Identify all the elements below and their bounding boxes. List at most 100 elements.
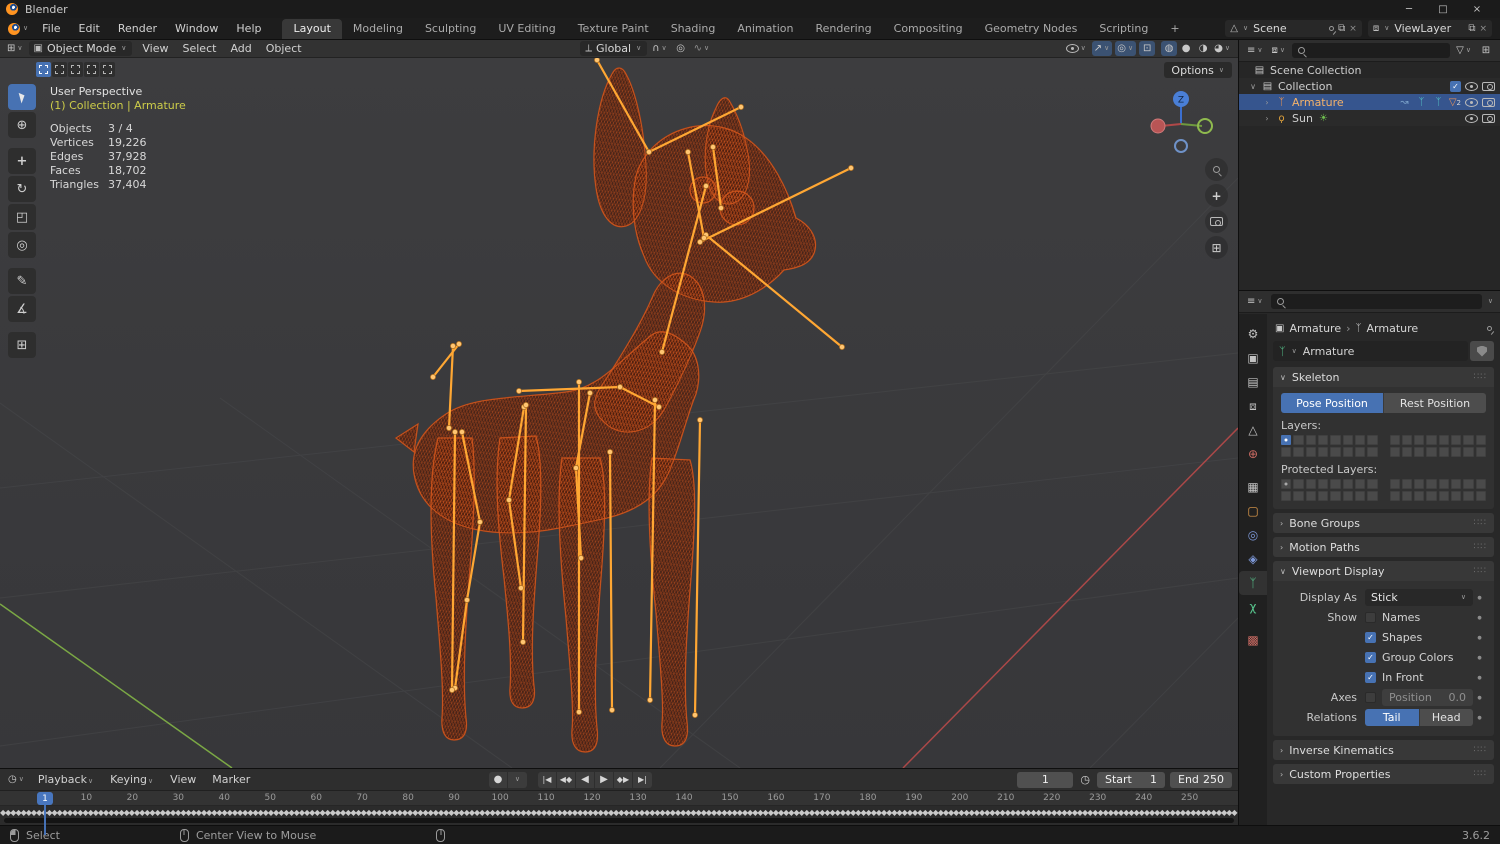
layer-toggle[interactable] <box>1414 479 1425 489</box>
record-icon[interactable]: ● <box>489 771 508 788</box>
properties-tab-collection[interactable]: ▦ <box>1239 475 1267 499</box>
falloff-selector[interactable]: ∿ ∨ <box>692 41 713 56</box>
current-frame-marker[interactable]: 1 <box>37 792 53 835</box>
animate-dot-icon[interactable]: ● <box>1473 695 1486 701</box>
layer-toggle[interactable] <box>1426 435 1437 445</box>
close-button[interactable]: × <box>1460 0 1494 18</box>
layer-toggle[interactable] <box>1354 479 1366 489</box>
outliner-filter-button[interactable]: ▽ ∨ <box>1454 43 1474 58</box>
outliner-editor-type-button[interactable]: ≡ ∨ <box>1245 43 1266 58</box>
3d-viewport[interactable]: Options ∨ ⊕ + ↻ ◰ ◎ ✎ ∡ ⊞ User Perspecti… <box>0 58 1238 768</box>
pin-icon[interactable] <box>1329 26 1335 31</box>
panel-grip-icon[interactable]: ∷∷ <box>1474 518 1487 528</box>
bone-joint[interactable] <box>464 597 470 603</box>
overlays-toggle[interactable]: ◎ ∨ <box>1115 41 1137 56</box>
next-keyframe-button[interactable]: ◆▶ <box>614 771 633 788</box>
bone-joint[interactable] <box>516 388 522 394</box>
proportional-editing-toggle[interactable]: ◎ <box>673 41 689 56</box>
layer-toggle[interactable] <box>1401 479 1413 489</box>
layer-toggle[interactable] <box>1293 435 1304 445</box>
head-button[interactable]: Head <box>1419 709 1473 726</box>
panel-grip-icon[interactable]: ∷∷ <box>1474 769 1487 779</box>
axes-position-slider[interactable]: Position 0.0 <box>1382 689 1473 706</box>
bone-joint[interactable] <box>617 384 623 390</box>
layer-toggle[interactable] <box>1342 435 1353 445</box>
layer-toggle[interactable] <box>1463 491 1474 501</box>
select-mode-intersect-button[interactable] <box>100 62 115 77</box>
bone-joint[interactable] <box>697 417 703 423</box>
bone-joint[interactable] <box>659 349 665 355</box>
bone-joint[interactable] <box>685 149 691 155</box>
autokey-button[interactable]: ● ∨ <box>488 771 527 788</box>
properties-tab-world[interactable]: ⊕ <box>1239 442 1267 466</box>
bone-joint[interactable] <box>607 449 613 455</box>
bone-joint[interactable] <box>576 379 582 385</box>
panel-skeleton-header[interactable]: ∨ Skeleton ∷∷ <box>1273 367 1494 387</box>
tab-plus[interactable]: + <box>1159 19 1190 39</box>
panel-grip-icon[interactable]: ∷∷ <box>1474 745 1487 755</box>
layer-toggle[interactable] <box>1317 435 1329 445</box>
layer-toggle[interactable] <box>1354 447 1366 457</box>
viewport-options-button[interactable]: Options ∨ <box>1164 62 1232 78</box>
properties-tab-bone[interactable]: χ <box>1239 595 1267 619</box>
layer-toggle[interactable] <box>1281 435 1292 445</box>
layer-toggle[interactable] <box>1389 447 1400 457</box>
bone-joint[interactable] <box>710 144 716 150</box>
scene-selector[interactable]: △ ∨ Scene ⧉ × <box>1225 20 1362 37</box>
layer-toggle[interactable] <box>1426 479 1437 489</box>
select-mode-new-button[interactable] <box>36 62 51 77</box>
viewport-menu-view[interactable]: View <box>135 41 175 56</box>
layer-toggle[interactable] <box>1438 447 1450 457</box>
select-mode-subtract-button[interactable] <box>68 62 83 77</box>
timeline-editor-type-button[interactable]: ◷ ∨ <box>6 772 27 787</box>
armature-name-field[interactable]: ᛉ ∨ Armature <box>1273 341 1468 361</box>
animate-dot-icon[interactable]: ● <box>1473 715 1486 721</box>
toggle-ortho-button[interactable]: ⊞ <box>1205 236 1228 259</box>
disable-in-renders-icon[interactable] <box>1482 81 1495 91</box>
properties-search-input[interactable] <box>1270 294 1482 309</box>
tool-scale[interactable]: ◰ <box>8 204 36 230</box>
layer-toggle[interactable] <box>1389 479 1400 489</box>
pin-id-icon[interactable] <box>1487 325 1492 331</box>
properties-tab-physics[interactable]: ◎ <box>1239 523 1267 547</box>
layer-toggle[interactable] <box>1475 447 1486 457</box>
layer-toggle[interactable] <box>1354 435 1366 445</box>
tab-animation[interactable]: Animation <box>726 19 804 39</box>
hide-in-viewport-icon[interactable] <box>1465 113 1478 123</box>
bone-joint[interactable] <box>587 390 593 396</box>
chevron-down-icon[interactable]: ∨ <box>1487 298 1494 305</box>
axes-checkbox[interactable]: ✓ <box>1365 692 1376 703</box>
timeline-menu-playback[interactable]: Playback∨ <box>30 772 102 787</box>
bone-joint[interactable] <box>848 165 854 171</box>
layer-toggle[interactable] <box>1367 447 1378 457</box>
bone-joint[interactable] <box>459 429 465 435</box>
layer-toggle[interactable] <box>1305 491 1316 501</box>
layer-toggle[interactable] <box>1281 479 1292 489</box>
shading-material-button[interactable]: ◑ <box>1195 41 1211 56</box>
timeline-scrollbar[interactable] <box>4 818 1234 823</box>
menu-edit[interactable]: Edit <box>70 20 109 37</box>
tool-rotate[interactable]: ↻ <box>8 176 36 202</box>
bone-joint[interactable] <box>701 235 707 241</box>
tool-add-cube[interactable]: ⊞ <box>8 332 36 358</box>
shading-solid-button[interactable]: ● <box>1178 41 1194 56</box>
snapping-toggle[interactable]: ∩ ∨ <box>650 41 669 56</box>
tab-geometry-nodes[interactable]: Geometry Nodes <box>974 19 1089 39</box>
layer-toggle[interactable] <box>1367 479 1378 489</box>
frame-end-field[interactable]: End 250 <box>1170 771 1232 788</box>
play-button[interactable]: ▶ <box>595 771 614 788</box>
layer-toggle[interactable] <box>1401 435 1413 445</box>
layer-toggle[interactable] <box>1293 479 1304 489</box>
layer-toggle[interactable] <box>1475 435 1486 445</box>
bone-joint[interactable] <box>656 404 662 410</box>
gizmo-minus-z-axis[interactable] <box>1174 139 1188 153</box>
bone-joint[interactable] <box>430 374 436 380</box>
tab-uv-editing[interactable]: UV Editing <box>487 19 566 39</box>
layer-toggle[interactable] <box>1342 479 1353 489</box>
layer-toggle[interactable] <box>1414 435 1425 445</box>
tool-annotate[interactable]: ✎ <box>8 268 36 294</box>
window-titlebar[interactable]: Blender ─ □ × <box>0 0 1500 18</box>
shading-rendered-button[interactable]: ◕ ∨ <box>1212 41 1233 56</box>
layer-toggle[interactable] <box>1451 491 1462 501</box>
bone-joint[interactable] <box>718 205 724 211</box>
